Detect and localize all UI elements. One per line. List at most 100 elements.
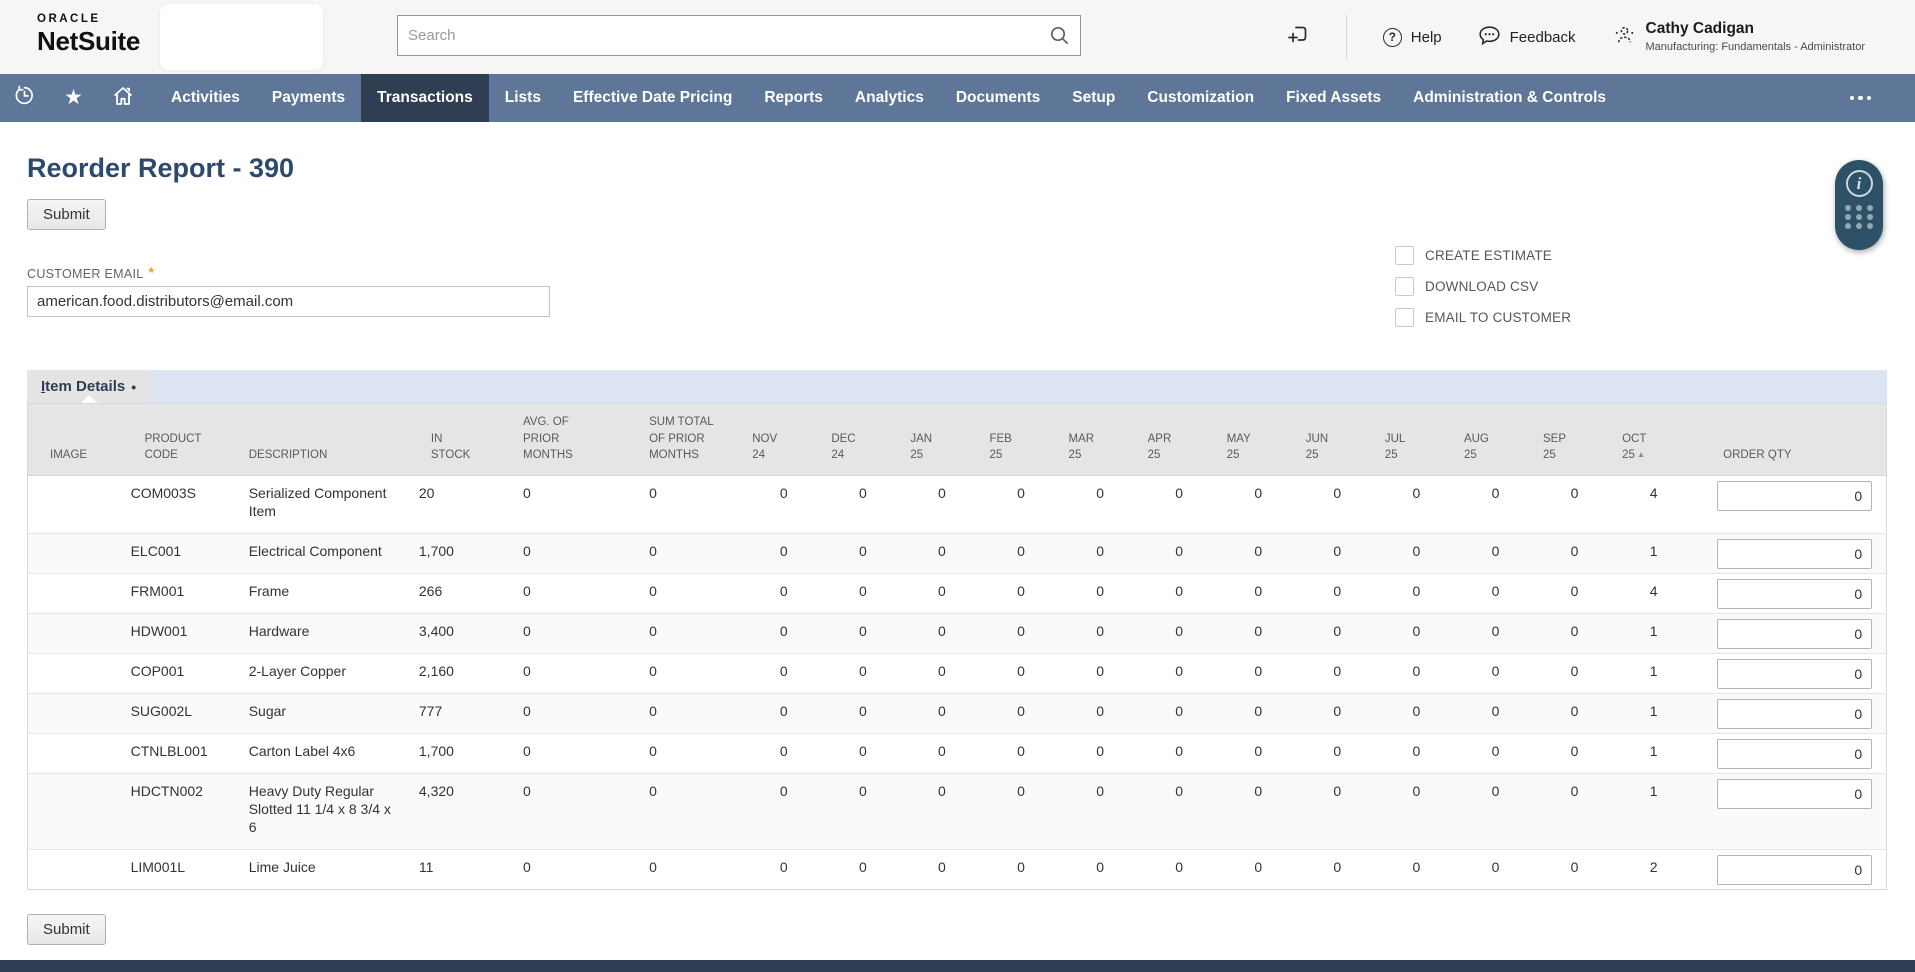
col-header-may-25[interactable]: MAY25 [1219, 404, 1298, 476]
customer-email-input[interactable] [27, 286, 550, 317]
cell-month: 0 [1140, 850, 1219, 890]
col-header-product-code[interactable]: PRODUCTCODE [123, 404, 241, 476]
submit-button-top[interactable]: Submit [27, 199, 106, 230]
option-download-csv[interactable]: DOWNLOAD CSV [1395, 277, 1571, 296]
col-header-aug-25[interactable]: AUG25 [1456, 404, 1535, 476]
cell-description: 2-Layer Copper [241, 654, 409, 694]
cell-month: 1 [1614, 734, 1693, 774]
search-icon[interactable] [1049, 25, 1070, 51]
col-header-sep-25[interactable]: SEP25 [1535, 404, 1614, 476]
home-button[interactable] [98, 74, 147, 122]
tab-item-details[interactable]: Item Details • [27, 370, 150, 403]
cell-month: 1 [1614, 654, 1693, 694]
cell-month: 0 [981, 774, 1060, 850]
nav-item-reports[interactable]: Reports [748, 74, 839, 122]
nav-item-effective-date-pricing[interactable]: Effective Date Pricing [557, 74, 748, 122]
cell-month: 0 [1140, 534, 1219, 574]
netsuite-logo[interactable]: ORACLE NetSuite [37, 14, 140, 54]
col-header-order-qty[interactable]: ORDER QTY [1693, 404, 1886, 476]
col-header-feb-25[interactable]: FEB25 [981, 404, 1060, 476]
cell-month: 0 [744, 774, 823, 850]
user-role-menu[interactable]: Cathy Cadigan Manufacturing: Fundamental… [1612, 20, 1866, 54]
nav-item-documents[interactable]: Documents [940, 74, 1056, 122]
cell-sum-prior-months: 0 [609, 574, 744, 614]
nav-item-analytics[interactable]: Analytics [839, 74, 940, 122]
col-header-apr-25[interactable]: APR25 [1140, 404, 1219, 476]
option-email-to-customer[interactable]: EMAIL TO CUSTOMER [1395, 308, 1571, 327]
item-details-table: IMAGEPRODUCTCODEDESCRIPTIONINSTOCKAVG. O… [27, 403, 1887, 890]
cell-month: 0 [1456, 654, 1535, 694]
nav-item-payments[interactable]: Payments [256, 74, 361, 122]
checkbox-download-csv[interactable] [1395, 277, 1414, 296]
order-qty-input[interactable] [1717, 539, 1872, 569]
cell-month: 0 [1535, 850, 1614, 890]
col-header-oct-25[interactable]: OCT25 ▲ [1614, 404, 1693, 476]
col-header-nov-24[interactable]: NOV24 [744, 404, 823, 476]
order-qty-input[interactable] [1717, 579, 1872, 609]
nav-item-activities[interactable]: Activities [155, 74, 256, 122]
sort-asc-icon: ▲ [1635, 450, 1645, 459]
nav-item-transactions[interactable]: Transactions [361, 74, 489, 122]
cell-month: 0 [1535, 734, 1614, 774]
col-header-jul-25[interactable]: JUL25 [1377, 404, 1456, 476]
col-header-dec-24[interactable]: DEC24 [823, 404, 902, 476]
cell-sum-prior-months: 0 [609, 534, 744, 574]
cell-order-qty [1693, 534, 1886, 574]
order-qty-input[interactable] [1717, 659, 1872, 689]
nav-item-setup[interactable]: Setup [1056, 74, 1131, 122]
help-button[interactable]: ? Help [1383, 28, 1442, 47]
checkbox-label: DOWNLOAD CSV [1425, 279, 1538, 294]
nav-item-fixed-assets[interactable]: Fixed Assets [1270, 74, 1397, 122]
cell-image [28, 476, 123, 534]
top-header: ORACLE NetSuite ? Help [0, 0, 1915, 74]
cell-month: 1 [1614, 774, 1693, 850]
cell-month: 0 [823, 476, 902, 534]
cell-month: 0 [981, 734, 1060, 774]
col-header-sum-prior-months[interactable]: SUM TOTALOF PRIORMONTHS [609, 404, 744, 476]
user-role: Manufacturing: Fundamentals - Administra… [1646, 41, 1866, 54]
user-name: Cathy Cadigan [1646, 20, 1866, 39]
cell-month: 0 [1377, 614, 1456, 654]
order-qty-input[interactable] [1717, 779, 1872, 809]
col-header-in-stock[interactable]: INSTOCK [409, 404, 497, 476]
nav-more-button[interactable] [1834, 74, 1915, 122]
option-create-estimate[interactable]: CREATE ESTIMATE [1395, 246, 1571, 265]
cell-avg-prior-months: 0 [497, 574, 609, 614]
cell-month: 0 [1140, 574, 1219, 614]
nav-item-lists[interactable]: Lists [489, 74, 557, 122]
order-qty-input[interactable] [1717, 619, 1872, 649]
col-header-image[interactable]: IMAGE [28, 404, 123, 476]
cell-month: 4 [1614, 574, 1693, 614]
checkbox-email-to-customer[interactable] [1395, 308, 1414, 327]
order-qty-input[interactable] [1717, 699, 1872, 729]
nav-item-administration-controls[interactable]: Administration & Controls [1397, 74, 1622, 122]
order-qty-input[interactable] [1717, 855, 1872, 885]
cell-avg-prior-months: 0 [497, 614, 609, 654]
col-header-mar-25[interactable]: MAR25 [1061, 404, 1140, 476]
col-header-jun-25[interactable]: JUN25 [1298, 404, 1377, 476]
col-header-description[interactable]: DESCRIPTION [241, 404, 409, 476]
feedback-button[interactable]: Feedback [1478, 25, 1576, 50]
table-body: COM003SSerialized Component Item20000000… [28, 476, 1887, 890]
cell-product-code: COM003S [123, 476, 241, 534]
customer-email-label: CUSTOMER EMAIL* [27, 264, 1915, 281]
search-input[interactable] [398, 16, 1080, 55]
nav-item-customization[interactable]: Customization [1131, 74, 1270, 122]
cell-image [28, 534, 123, 574]
create-new-button[interactable] [1286, 23, 1310, 51]
order-qty-input[interactable] [1717, 481, 1872, 511]
shortcuts-button[interactable]: ★ [49, 74, 98, 122]
checkbox-create-estimate[interactable] [1395, 246, 1414, 265]
order-qty-input[interactable] [1717, 739, 1872, 769]
floating-help-widget[interactable]: i [1835, 160, 1883, 250]
recent-records-button[interactable] [0, 74, 49, 122]
submit-button-bottom[interactable]: Submit [27, 914, 106, 945]
col-header-avg-prior-months[interactable]: AVG. OFPRIORMONTHS [497, 404, 609, 476]
cell-avg-prior-months: 0 [497, 694, 609, 734]
cell-product-code: ELC001 [123, 534, 241, 574]
cell-month: 0 [1456, 850, 1535, 890]
col-header-jan-25[interactable]: JAN25 [902, 404, 981, 476]
header-divider [1346, 15, 1347, 59]
cell-product-code: COP001 [123, 654, 241, 694]
cell-month: 0 [981, 654, 1060, 694]
